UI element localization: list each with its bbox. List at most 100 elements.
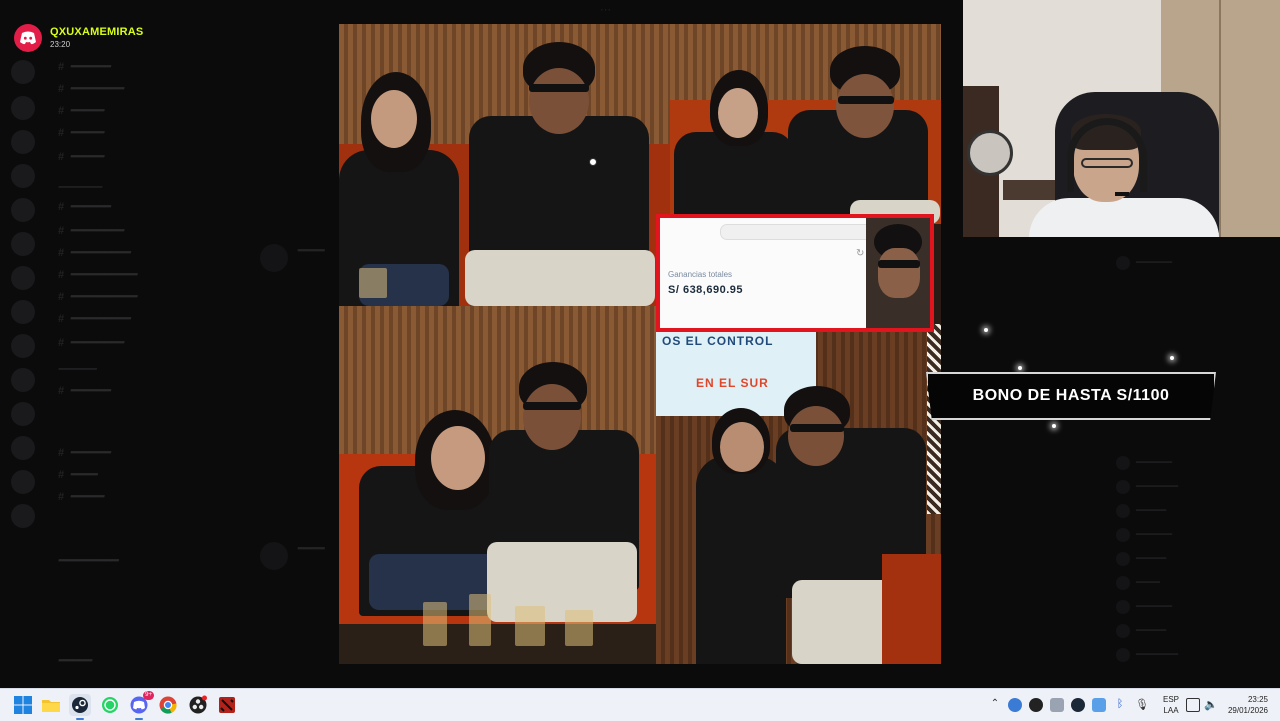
channel-item[interactable]: # ━━━━━━ (58, 384, 110, 397)
server-icon[interactable] (11, 368, 35, 392)
clock-time: 23:25 (1247, 695, 1268, 704)
discord-icon[interactable]: 9+ (128, 691, 154, 720)
server-icon[interactable] (11, 198, 35, 222)
microphone-icon[interactable]: 🎙 (1135, 698, 1149, 712)
server-icon[interactable] (11, 60, 35, 84)
channel-item[interactable]: # ━━━━━━━━ (58, 224, 123, 237)
avatar (260, 244, 288, 272)
channel-item[interactable]: # ━━━━━━━━━━ (58, 290, 136, 303)
language-indicator[interactable]: ESP LAA (1160, 694, 1182, 716)
member-item[interactable]: ━━━━━ (1116, 552, 1166, 566)
server-icon[interactable] (11, 470, 35, 494)
lang-top: ESP (1162, 695, 1179, 704)
channel-category[interactable]: ━━━━━━━ (58, 364, 96, 375)
server-rail (0, 40, 46, 680)
channel-item[interactable]: # ━━━━━━━━━━ (58, 268, 136, 281)
whatsapp-icon[interactable] (99, 694, 121, 716)
user-panel: ━━━━━ (58, 655, 92, 667)
member-item[interactable]: ━━━━━━━ (1116, 480, 1178, 494)
server-icon[interactable] (11, 504, 35, 528)
member-item[interactable]: ━━━━━━ (1116, 528, 1172, 542)
webcam-feed (963, 0, 1280, 237)
file-explorer-icon[interactable] (40, 694, 62, 716)
server-icon[interactable] (11, 334, 35, 358)
photo-top-left (339, 24, 670, 306)
chat-area: ━━━━ ━━━━ (250, 28, 340, 678)
clock-date: 29/01/2026 (1227, 706, 1268, 715)
member-item[interactable]: ━━━━━━ (1116, 600, 1172, 614)
member-item[interactable]: ━━━━━ (1116, 504, 1166, 518)
notification-username: QXUXAMEMIRAS (50, 26, 144, 38)
channel-item[interactable]: # ━━━━━ (58, 104, 103, 117)
obs-icon[interactable] (187, 694, 209, 716)
start-icon[interactable] (12, 694, 34, 716)
channel-item[interactable]: # ━━━━━ (58, 126, 103, 139)
cursor-icon (589, 158, 597, 166)
member-item[interactable]: ━━━━━ (1116, 624, 1166, 638)
server-icon[interactable] (11, 300, 35, 324)
obs-tray-icon[interactable] (1029, 698, 1043, 712)
discord-badge: 9+ (143, 691, 154, 700)
server-icon[interactable] (11, 164, 35, 188)
server-icon[interactable] (11, 402, 35, 426)
member-item[interactable]: ━━━━━━ (1116, 456, 1172, 470)
channel-item[interactable]: # ━━━━━━ (58, 60, 110, 73)
shield-icon[interactable] (1050, 698, 1064, 712)
earnings-card: ↻ Ganancias totales S/ 638,690.95 (656, 214, 934, 332)
steam-icon[interactable] (69, 694, 91, 720)
bono-banner: BONO DE HASTA S/1100 (926, 372, 1216, 420)
server-icon[interactable] (11, 130, 35, 154)
channel-list: # ━━━━━━ # ━━━━━━━━ # ━━━━━ # ━━━━━ # ━━━━━ ━… (48, 28, 244, 678)
notification-time: 23:20 (50, 40, 71, 49)
streamer-face-thumbnail (866, 218, 930, 328)
channel-item[interactable]: # ━━━━ (58, 468, 97, 481)
channel-category[interactable]: ━━━━━━━━ (58, 182, 101, 193)
voice-panel: ━━━━━━━━━ (58, 555, 118, 567)
network-icon[interactable] (1186, 698, 1200, 712)
taskbar-clock[interactable]: 23:25 29/01/2026 (1222, 694, 1268, 716)
channel-item[interactable]: # ━━━━━━ (58, 446, 110, 459)
member-list: ━━━━━━ ━━━━━━ ━━━━━━━ ━━━━━ ━━━━━━ ━━━━━… (1108, 240, 1278, 680)
photo-bottom-right: OS EL CONTROL EN EL SUR (656, 324, 941, 664)
bluetooth-icon[interactable]: ᛒ (1113, 698, 1127, 712)
window-title-dim: ⋯ (600, 4, 611, 16)
server-icon[interactable] (11, 232, 35, 256)
channel-item[interactable]: # ━━━━━━━━ (58, 82, 123, 95)
chrome-icon[interactable] (157, 694, 179, 716)
server-icon[interactable] (11, 96, 35, 120)
earnings-label: Ganancias totales (668, 270, 733, 279)
channel-item[interactable]: # ━━━━━ (58, 490, 103, 503)
server-icon[interactable] (11, 436, 35, 460)
steam-tray-icon[interactable] (1071, 698, 1085, 712)
volume-icon[interactable]: 🔈 (1204, 698, 1218, 712)
photo-bottom-left (339, 306, 656, 664)
headset-icon (1067, 118, 1147, 192)
refresh-icon: ↻ (856, 248, 865, 259)
channel-item[interactable]: # ━━━━━━━━ (58, 336, 123, 349)
member-item[interactable]: ━━━━━━━ (1116, 648, 1178, 662)
phone-status-bar (720, 224, 882, 240)
avatar (260, 542, 288, 570)
discord-logo-icon (14, 24, 42, 52)
channel-item[interactable]: # ━━━━━━━━━ (58, 246, 130, 259)
chevron-up-icon[interactable]: ⌃ (988, 698, 1002, 712)
sparkle-decoration (1170, 356, 1174, 360)
windows-taskbar: 9+ ⌃ ᛒ 🎙 ESP LAA 🔈 23:25 29/01/2026 (0, 688, 1280, 721)
member-item[interactable]: ━━━━━━ (1116, 256, 1172, 270)
dota2-icon[interactable] (216, 694, 238, 716)
sparkle-decoration (1052, 424, 1056, 428)
fan (967, 130, 1013, 176)
channel-item[interactable]: # ━━━━━━━━━ (58, 312, 130, 325)
member-item[interactable]: ━━━━ (1116, 576, 1160, 590)
sparkle-decoration (1018, 366, 1022, 370)
channel-item[interactable]: # ━━━━━ (58, 150, 103, 163)
photo-collage: OS EL CONTROL EN EL SUR (339, 24, 941, 664)
chat-message: ━━━━ (298, 245, 325, 257)
onedrive-icon[interactable] (1008, 698, 1022, 712)
earnings-amount: S/ 638,690.95 (668, 284, 744, 296)
lang-bottom: LAA (1163, 706, 1179, 715)
server-icon[interactable] (11, 266, 35, 290)
bono-banner-text: BONO DE HASTA S/1100 (972, 387, 1170, 404)
network-app-icon[interactable] (1092, 698, 1106, 712)
channel-item[interactable]: # ━━━━━━ (58, 200, 110, 213)
